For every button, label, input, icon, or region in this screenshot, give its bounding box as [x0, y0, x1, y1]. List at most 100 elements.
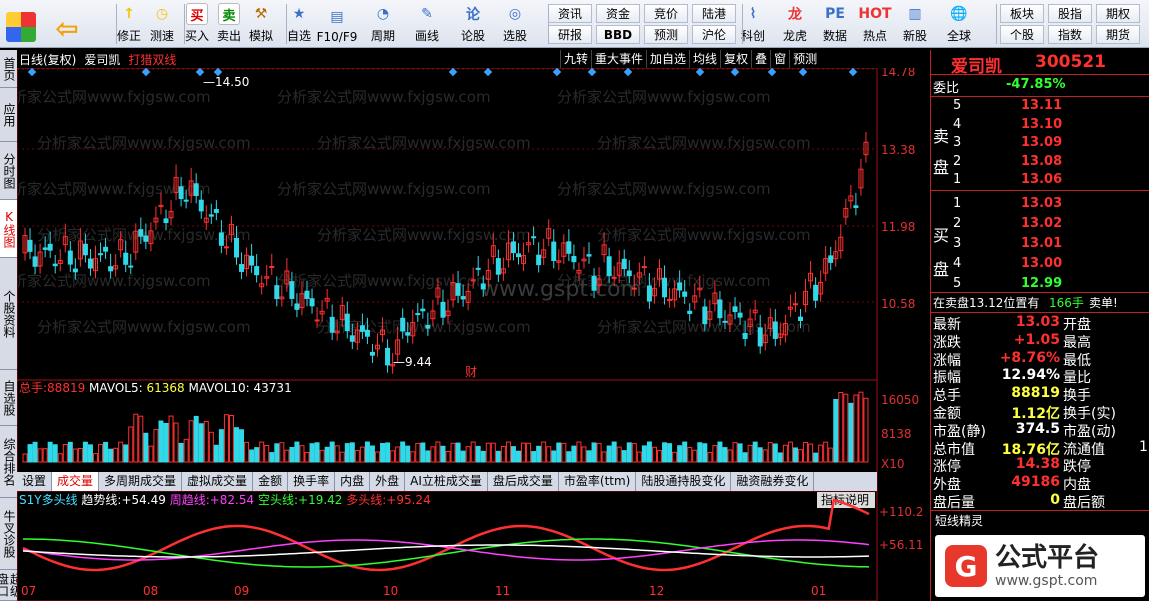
chart-mode[interactable]: 日线(复权) [19, 51, 76, 68]
bid-row[interactable]: 1 13.03 [931, 196, 1149, 214]
toolbar-button-13[interactable]: PE 数据 [816, 2, 854, 46]
ask-row[interactable]: 3 13.09 [931, 135, 1149, 153]
toolbar-button-7[interactable]: ◔ 周期 [364, 2, 402, 46]
chart-button-7[interactable]: 预测 [789, 50, 820, 68]
chart-button-3[interactable]: 均线 [689, 50, 720, 68]
volume-bar [430, 446, 436, 463]
app-logo-icon[interactable] [4, 2, 38, 46]
indicator-tab-6[interactable]: 内盘 [335, 472, 371, 491]
toolbar-button-15[interactable]: ▥ 新股 [896, 2, 934, 46]
toolbar-button-1[interactable]: ◷ 测速 [143, 2, 181, 46]
back-button[interactable]: ⇦ [50, 2, 84, 46]
toolbar-button-6[interactable]: ▤ F10/F9 [317, 2, 358, 46]
candle-body [606, 256, 612, 277]
event-marker-icon[interactable] [448, 68, 458, 77]
side-tab-3[interactable]: K线图 [0, 200, 17, 258]
quick-link-0[interactable]: 资讯 [548, 4, 592, 23]
indicator-tab-3[interactable]: 虚拟成交量 [182, 472, 254, 491]
chart-button-1[interactable]: 重大事件 [591, 50, 646, 68]
chart-button-6[interactable]: 窗 [770, 50, 789, 68]
market-link-5[interactable]: 期货 [1096, 25, 1140, 44]
cycle-icon: ◔ [376, 6, 390, 22]
volume-bar [495, 450, 501, 463]
quick-link-7[interactable]: 沪伦 [692, 25, 736, 44]
event-marker-icon[interactable] [27, 68, 37, 77]
event-marker-icon[interactable] [587, 68, 597, 77]
volume-bar [677, 445, 683, 463]
side-tab-0[interactable]: 首页 [0, 50, 17, 88]
event-marker-icon[interactable] [848, 68, 858, 77]
indicator-tab-5[interactable]: 换手率 [288, 472, 336, 491]
toolbar-button-9[interactable]: 论论股 [454, 2, 492, 46]
indicator-tab-12[interactable]: 融资融券变化 [731, 472, 815, 491]
indicator-tab-4[interactable]: 金额 [253, 472, 289, 491]
quick-link-5[interactable]: BBD [596, 25, 640, 44]
ask-row[interactable]: 5 13.11 [931, 98, 1149, 116]
stat-value: +8.76% [999, 349, 1060, 366]
watermark-text: 分析家公式网www.fxjgsw.com [37, 318, 251, 336]
indicator-tab-1[interactable]: 成交量 [52, 472, 100, 491]
finance-marker[interactable]: 财 [465, 365, 477, 379]
ask-row[interactable]: 2 13.08 [931, 154, 1149, 172]
indicator-tab-10[interactable]: 市盈率(ttm) [559, 472, 637, 491]
quick-link-4[interactable]: 研报 [548, 25, 592, 44]
toolbar-button-8[interactable]: ✎ 画线 [408, 2, 446, 46]
market-link-0[interactable]: 板块 [1000, 4, 1044, 23]
side-tab-2[interactable]: 分时图 [0, 142, 17, 200]
toolbar-button-4[interactable]: ⚒ 模拟 [242, 2, 280, 46]
market-link-1[interactable]: 股指 [1048, 4, 1092, 23]
indicator-name[interactable]: 打猎双线 [128, 51, 176, 68]
ask-row[interactable]: 1 13.06 [931, 172, 1149, 190]
market-link-3[interactable]: 个股 [1000, 25, 1044, 44]
quick-link-3[interactable]: 陆港 [692, 4, 736, 23]
toolbar-button-16[interactable]: 🌐 全球 [940, 2, 978, 46]
chart-button-5[interactable]: 叠 [751, 50, 770, 68]
side-tab-1[interactable]: 应用 [0, 88, 17, 142]
toolbar-button-14[interactable]: HOT 热点 [856, 2, 894, 46]
candle-body [52, 263, 58, 267]
indicator-tab-7[interactable]: 外盘 [370, 472, 406, 491]
event-marker-icon[interactable] [552, 68, 562, 77]
quick-link-2[interactable]: 竞价 [644, 4, 688, 23]
market-link-4[interactable]: 指数 [1048, 25, 1092, 44]
chart-button-4[interactable]: 复权 [720, 50, 751, 68]
toolbar-button-label: 全球 [946, 29, 971, 43]
indicator-tab-11[interactable]: 陆股通持股变化 [636, 472, 732, 491]
bid-row[interactable]: 3 13.01 [931, 236, 1149, 254]
side-tab-6[interactable]: 综合排名 [0, 426, 17, 498]
quick-link-1[interactable]: 资金 [596, 4, 640, 23]
candle-body [662, 277, 668, 298]
side-tab-5[interactable]: 自选股 [0, 370, 17, 426]
toolbar-button-11[interactable]: ⌇ 科创 [734, 2, 772, 46]
bid-level: 1 [953, 196, 962, 211]
volume-bar [22, 453, 28, 463]
event-marker-icon[interactable] [798, 68, 808, 77]
volume-bar [707, 452, 713, 463]
kline-chart-area[interactable]: 14.78 13.38 11.98 10.58 分析家公式网www.fxjgsw.com… [17, 68, 930, 601]
side-tab-4[interactable]: 个股资料 [0, 258, 17, 370]
indicator-tab-8[interactable]: AI立桩成交量 [405, 472, 488, 491]
bid-row[interactable]: 2 13.02 [931, 216, 1149, 234]
short-wizard-title[interactable]: 短线精灵 [935, 512, 983, 529]
event-marker-icon[interactable] [767, 68, 777, 77]
indicator-tab-0[interactable]: 设置 [17, 472, 53, 491]
toolbar-button-12[interactable]: 龙龙虎 [776, 2, 814, 46]
side-tab-7[interactable]: 牛叉诊股 [0, 498, 17, 570]
volume-bar [359, 446, 365, 463]
indicator-tab-9[interactable]: 盘后成交量 [488, 472, 559, 491]
event-marker-icon[interactable] [483, 68, 493, 77]
side-tab-8[interactable]: 超级盘口 [0, 570, 23, 601]
market-link-2[interactable]: 期权 [1096, 4, 1140, 23]
event-marker-icon[interactable] [623, 68, 633, 77]
volume-bar [385, 442, 391, 463]
ask-row[interactable]: 4 13.10 [931, 117, 1149, 135]
volume-bar [490, 442, 496, 463]
bid-row[interactable]: 4 13.00 [931, 256, 1149, 274]
chart-button-2[interactable]: 加自选 [646, 50, 689, 68]
gspt-logo: G 公式平台 www.gspt.com [935, 535, 1145, 597]
quick-link-6[interactable]: 预测 [644, 25, 688, 44]
volume-tick: 16050 [881, 393, 919, 407]
toolbar-button-10[interactable]: ◎ 选股 [496, 2, 534, 46]
indicator-tab-2[interactable]: 多周期成交量 [99, 472, 183, 491]
chart-button-0[interactable]: 九转 [560, 50, 591, 68]
